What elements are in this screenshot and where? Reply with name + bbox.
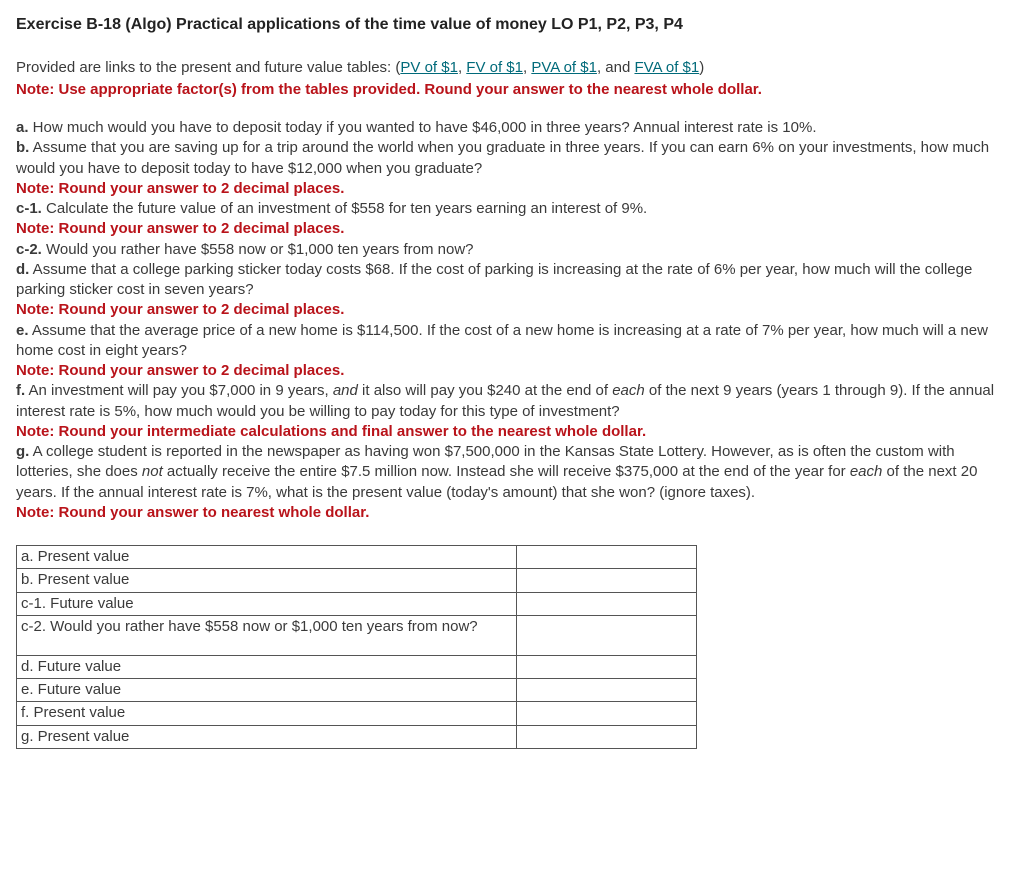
question-e-note: Note: Round your answer to 2 decimal pla… (16, 361, 998, 381)
question-f-text-a: An investment will pay you $7,000 in 9 y… (25, 382, 333, 399)
row-g-label: g. Present value (17, 725, 517, 748)
question-d: d. Assume that a college parking sticker… (16, 260, 998, 301)
table-row: g. Present value (17, 725, 697, 748)
question-a-label: a. (16, 119, 29, 136)
row-f-input[interactable] (521, 703, 692, 722)
question-a: a. How much would you have to deposit to… (16, 118, 998, 138)
table-row: c-1. Future value (17, 592, 697, 615)
row-b-label: b. Present value (17, 569, 517, 592)
intro-lead: Provided are links to the present and fu… (16, 59, 400, 76)
question-g: g. A college student is reported in the … (16, 442, 998, 503)
row-d-label: d. Future value (17, 655, 517, 678)
row-a-input[interactable] (521, 547, 692, 566)
question-f-text-b: it also will pay you $240 at the end of (358, 382, 612, 399)
table-row: b. Present value (17, 569, 697, 592)
question-e-text: Assume that the average price of a new h… (16, 322, 988, 359)
row-e-input[interactable] (521, 680, 692, 699)
main-note: Note: Use appropriate factor(s) from the… (16, 80, 998, 100)
question-e: e. Assume that the average price of a ne… (16, 321, 998, 362)
question-c2-label: c-2. (16, 241, 42, 258)
question-c1: c-1. Calculate the future value of an in… (16, 199, 998, 219)
question-b: b. Assume that you are saving up for a t… (16, 138, 998, 179)
link-pva-of-1[interactable]: PVA of $1 (531, 59, 597, 76)
question-f: f. An investment will pay you $7,000 in … (16, 381, 998, 422)
question-d-label: d. (16, 261, 29, 278)
table-row: a. Present value (17, 546, 697, 569)
row-c2-label: c-2. Would you rather have $558 now or $… (17, 615, 517, 655)
row-c1-label: c-1. Future value (17, 592, 517, 615)
row-b-input[interactable] (521, 570, 692, 589)
question-d-note: Note: Round your answer to 2 decimal pla… (16, 300, 998, 320)
question-f-em1: and (333, 382, 358, 399)
question-c1-text: Calculate the future value of an investm… (42, 200, 647, 217)
question-g-em1: not (142, 463, 163, 480)
question-g-em2: each (850, 463, 883, 480)
table-row: f. Present value (17, 702, 697, 725)
row-a-label: a. Present value (17, 546, 517, 569)
question-f-label: f. (16, 382, 25, 399)
link-fv-of-1[interactable]: FV of $1 (466, 59, 523, 76)
intro-tail: ) (699, 59, 704, 76)
answers-table: a. Present value b. Present value c-1. F… (16, 545, 697, 749)
question-g-text-b: actually receive the entire $7.5 million… (163, 463, 850, 480)
question-f-note: Note: Round your intermediate calculatio… (16, 422, 998, 442)
exercise-title: Exercise B-18 (Algo) Practical applicati… (16, 14, 998, 36)
question-d-text: Assume that a college parking sticker to… (16, 261, 972, 298)
row-g-input[interactable] (521, 727, 692, 746)
question-f-em2: each (612, 382, 645, 399)
question-b-text: Assume that you are saving up for a trip… (16, 139, 989, 176)
question-c2: c-2. Would you rather have $558 now or $… (16, 240, 998, 260)
link-pv-of-1[interactable]: PV of $1 (400, 59, 458, 76)
question-c1-label: c-1. (16, 200, 42, 217)
row-c2-input[interactable] (521, 617, 692, 636)
row-f-label: f. Present value (17, 702, 517, 725)
table-row: c-2. Would you rather have $558 now or $… (17, 615, 697, 655)
question-b-note: Note: Round your answer to 2 decimal pla… (16, 179, 998, 199)
question-e-label: e. (16, 322, 29, 339)
question-c1-note: Note: Round your answer to 2 decimal pla… (16, 219, 998, 239)
row-e-label: e. Future value (17, 679, 517, 702)
question-c2-text: Would you rather have $558 now or $1,000… (42, 241, 474, 258)
sep: , and (597, 59, 635, 76)
question-b-label: b. (16, 139, 29, 156)
intro-line: Provided are links to the present and fu… (16, 58, 998, 78)
table-row: d. Future value (17, 655, 697, 678)
row-c1-input[interactable] (521, 594, 692, 613)
link-fva-of-1[interactable]: FVA of $1 (634, 59, 699, 76)
question-g-label: g. (16, 443, 29, 460)
question-g-note: Note: Round your answer to nearest whole… (16, 503, 998, 523)
question-a-text: How much would you have to deposit today… (29, 119, 817, 136)
row-d-input[interactable] (521, 657, 692, 676)
table-row: e. Future value (17, 679, 697, 702)
